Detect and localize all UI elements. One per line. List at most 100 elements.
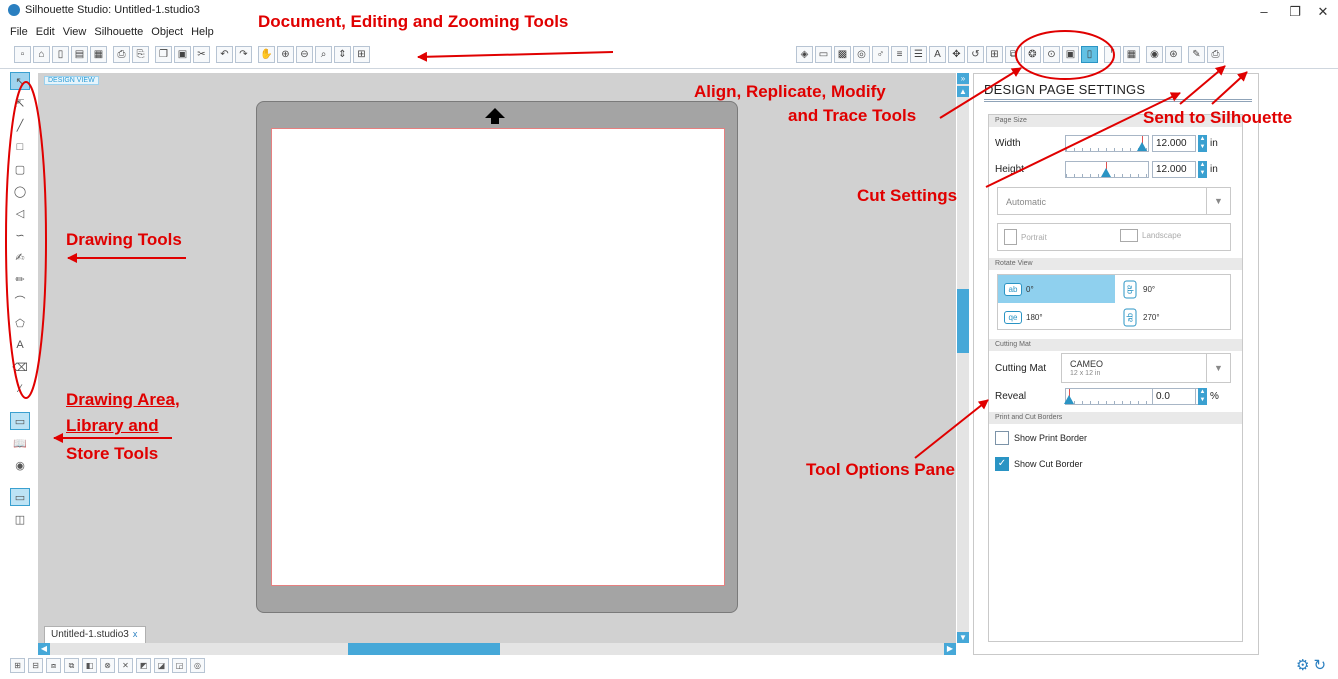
registration-marks-icon[interactable]: ⌜ <box>1104 46 1121 63</box>
delete-icon[interactable]: ✕ <box>118 658 133 673</box>
width-spinner-icon[interactable]: ▲ ▼ <box>1198 135 1207 152</box>
width-input[interactable]: 12.000 <box>1152 135 1196 152</box>
scroll-left-icon[interactable]: ◀ <box>38 643 50 655</box>
restore-button[interactable]: ❐ <box>1283 4 1307 20</box>
menu-object[interactable]: Object <box>151 26 183 40</box>
transform-icon[interactable]: ⊞ <box>986 46 1003 63</box>
send-to-printer-icon[interactable]: ⎘ <box>132 46 149 63</box>
show-print-border-checkbox[interactable] <box>995 431 1009 445</box>
split-view-icon[interactable]: ◫ <box>10 510 30 528</box>
line-style-palette-icon[interactable]: ☰ <box>910 46 927 63</box>
paste-icon[interactable]: ▣ <box>174 46 191 63</box>
vertical-scroll-thumb[interactable] <box>957 289 969 353</box>
fill-color-icon[interactable]: ◈ <box>796 46 813 63</box>
bring-forward-icon[interactable]: ◪ <box>154 658 169 673</box>
send-to-silhouette-icon[interactable]: ✎ <box>1188 46 1205 63</box>
replicate-icon[interactable]: ↺ <box>967 46 984 63</box>
smooth-freehand-tool-icon[interactable]: ✏ <box>10 270 30 288</box>
document-tab-close-icon[interactable]: x <box>133 629 138 639</box>
print-icon[interactable]: ⎙ <box>113 46 130 63</box>
scroll-right-icon[interactable]: ▶ <box>944 643 956 655</box>
bring-to-front-icon[interactable]: ◧ <box>82 658 97 673</box>
curve-tool-icon[interactable]: ∽ <box>10 226 30 244</box>
text-tool-icon[interactable]: A <box>10 336 30 354</box>
rounded-rectangle-tool-icon[interactable]: ▢ <box>10 160 30 178</box>
rotate-90-option[interactable]: ab 90° <box>1115 275 1232 303</box>
cut-icon[interactable]: ✂ <box>193 46 210 63</box>
settings-gear-icon[interactable]: ⚙ <box>1296 656 1309 674</box>
text-style-icon[interactable]: A <box>929 46 946 63</box>
freehand-tool-icon[interactable]: ✍ <box>10 248 30 266</box>
collapse-panel-icon[interactable]: » <box>957 73 969 84</box>
line-color-icon[interactable]: ◎ <box>853 46 870 63</box>
close-button[interactable]: ✕ <box>1311 4 1335 20</box>
rectangle-tool-icon[interactable]: □ <box>10 138 30 156</box>
make-compound-path-icon[interactable]: ⧈ <box>46 658 61 673</box>
document-tab[interactable]: Untitled-1.studio3 x <box>44 626 146 643</box>
menu-view[interactable]: View <box>63 26 87 40</box>
scroll-up-icon[interactable]: ▲ <box>957 86 969 97</box>
reveal-slider-handle[interactable] <box>1064 395 1074 404</box>
page-size-preset-select[interactable]: Automatic ▼ <box>997 187 1231 215</box>
scroll-down-icon[interactable]: ▼ <box>957 632 969 643</box>
menu-help[interactable]: Help <box>191 26 214 40</box>
save-icon[interactable]: ▤ <box>71 46 88 63</box>
send-backward-icon[interactable]: ◩ <box>136 658 151 673</box>
single-view-icon[interactable]: ▭ <box>10 488 30 506</box>
silhouette-store-icon[interactable]: ◉ <box>10 456 30 474</box>
rotate-0-option[interactable]: ab 0° <box>998 275 1115 303</box>
weld-icon[interactable]: ⊗ <box>100 658 115 673</box>
width-slider-handle[interactable] <box>1137 142 1147 151</box>
line-tool-icon[interactable]: ╱ <box>10 116 30 134</box>
modify-icon[interactable]: ⧉ <box>1005 46 1022 63</box>
trace-icon[interactable]: ⊙ <box>1043 46 1060 63</box>
open-folder-icon[interactable]: ⌂ <box>33 46 50 63</box>
new-document-icon[interactable]: ▫ <box>14 46 31 63</box>
horizontal-scroll-thumb[interactable] <box>348 643 500 655</box>
knife-tool-icon[interactable]: ∕ <box>10 380 30 398</box>
polygon-tool-icon[interactable]: ◁ <box>10 204 30 222</box>
fit-to-window-icon[interactable]: ⊞ <box>353 46 370 63</box>
regular-polygon-tool-icon[interactable]: ⬠ <box>10 314 30 332</box>
reveal-spinner-icon[interactable]: ▲ ▼ <box>1198 388 1207 405</box>
height-input[interactable]: 12.000 <box>1152 161 1196 178</box>
fill-gradient-icon[interactable]: ▭ <box>815 46 832 63</box>
height-spinner-icon[interactable]: ▲ ▼ <box>1198 161 1207 178</box>
line-style-icon[interactable]: ♂ <box>872 46 889 63</box>
menu-silhouette[interactable]: Silhouette <box>94 26 143 40</box>
send-to-printer-cutter-icon[interactable]: ⎙ <box>1207 46 1224 63</box>
pan-hand-icon[interactable]: ✋ <box>258 46 275 63</box>
grid-settings-icon[interactable]: ▦ <box>1123 46 1140 63</box>
vertical-scrollbar[interactable]: » ▲ ▼ <box>957 73 969 643</box>
copy-icon[interactable]: ❐ <box>155 46 172 63</box>
zoom-selected-icon[interactable]: ⌕ <box>315 46 332 63</box>
zoom-in-icon[interactable]: ⊕ <box>277 46 294 63</box>
minimize-button[interactable]: – <box>1252 4 1276 20</box>
arc-tool-icon[interactable]: ⌒ <box>10 292 30 310</box>
landscape-option[interactable]: Landscape <box>1120 229 1181 242</box>
reveal-input[interactable]: 0.0 <box>1152 388 1196 405</box>
ellipse-tool-icon[interactable]: ◯ <box>10 182 30 200</box>
release-icon[interactable]: ◲ <box>172 658 187 673</box>
height-slider-handle[interactable] <box>1101 168 1111 177</box>
line-color-palette-icon[interactable]: ≡ <box>891 46 908 63</box>
offset-icon[interactable]: ❂ <box>1024 46 1041 63</box>
redo-icon[interactable]: ↷ <box>235 46 252 63</box>
align-icon[interactable]: ✥ <box>948 46 965 63</box>
horizontal-scrollbar[interactable]: ◀ ▶ <box>38 643 956 655</box>
library-panel-icon[interactable]: ◉ <box>1146 46 1163 63</box>
menu-file[interactable]: File <box>10 26 28 40</box>
portrait-option[interactable]: Portrait <box>1004 229 1047 245</box>
refresh-icon[interactable]: ↻ <box>1313 656 1326 674</box>
rotate-180-option[interactable]: qe 180° <box>998 303 1115 331</box>
release-compound-path-icon[interactable]: ⧉ <box>64 658 79 673</box>
cut-settings-icon[interactable]: ▣ <box>1062 46 1079 63</box>
group-icon[interactable]: ⊞ <box>10 658 25 673</box>
drag-zoom-icon[interactable]: ⇕ <box>334 46 351 63</box>
edit-points-icon[interactable]: ⇱ <box>10 94 30 112</box>
rotate-270-option[interactable]: ab 270° <box>1115 303 1232 331</box>
zoom-out-icon[interactable]: ⊖ <box>296 46 313 63</box>
drawing-canvas[interactable]: DESIGN VIEW <box>38 73 956 643</box>
open-library-icon[interactable]: ▯ <box>52 46 69 63</box>
width-slider[interactable] <box>1065 135 1149 152</box>
